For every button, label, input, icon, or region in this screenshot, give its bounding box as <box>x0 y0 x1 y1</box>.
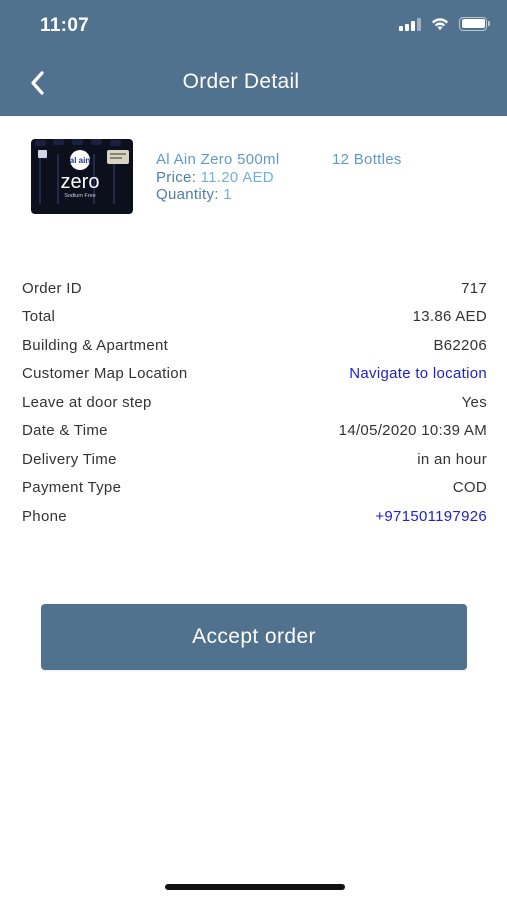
product-card: al ain zero Sodium Free Al Ain Zero 500m… <box>29 136 489 216</box>
detail-row-building: Building & Apartment B62206 <box>22 331 487 360</box>
detail-row-total: Total 13.86 AED <box>22 303 487 332</box>
delivery-time-value: in an hour <box>417 450 487 468</box>
total-value: 13.86 AED <box>412 308 487 326</box>
price-label: Price: <box>156 169 201 186</box>
detail-row-map-location: Customer Map Location Navigate to locati… <box>22 360 487 389</box>
door-step-label: Leave at door step <box>22 393 152 411</box>
product-logo-subtext: Sodium Free <box>64 193 96 199</box>
product-name: Al Ain Zero 500ml <box>156 151 280 168</box>
home-indicator <box>165 884 345 890</box>
status-icons <box>399 16 490 31</box>
total-label: Total <box>22 308 56 326</box>
product-price: Price: 11.20 AED <box>156 169 274 186</box>
battery-icon <box>459 16 490 31</box>
order-id-label: Order ID <box>22 279 82 297</box>
product-image: al ain zero Sodium Free <box>29 136 135 216</box>
product-count: 12 Bottles <box>332 151 402 168</box>
quantity-label: Quantity: <box>156 186 224 203</box>
order-detail-screen: 11:07 Order Detail al ain zero Sodium Fr… <box>0 0 507 900</box>
phone-link[interactable]: +971501197926 <box>375 508 487 525</box>
detail-row-phone: Phone +971501197926 <box>22 502 487 531</box>
detail-row-date-time: Date & Time 14/05/2020 10:39 AM <box>22 417 487 446</box>
navigate-to-location-link[interactable]: Navigate to location <box>349 365 487 382</box>
phone-label: Phone <box>22 507 67 525</box>
product-brand-text: al ain <box>70 156 91 165</box>
detail-row-order-id: Order ID 717 <box>22 274 487 303</box>
page-title: Order Detail <box>182 70 300 93</box>
order-id-value: 717 <box>461 279 487 297</box>
signal-icon <box>399 17 421 31</box>
door-step-value: Yes <box>461 393 487 411</box>
status-time: 11:07 <box>40 15 90 36</box>
order-details-list: Order ID 717 Total 13.86 AED Building & … <box>22 274 487 531</box>
header: 11:07 Order Detail <box>0 0 507 116</box>
detail-row-door-step: Leave at door step Yes <box>22 388 487 417</box>
payment-type-label: Payment Type <box>22 479 122 497</box>
product-quantity: Quantity: 1 <box>156 186 232 203</box>
wifi-icon <box>432 18 448 31</box>
date-time-label: Date & Time <box>22 422 108 440</box>
building-value: B62206 <box>433 336 487 354</box>
product-logo-text: zero <box>61 171 100 193</box>
payment-type-value: COD <box>452 479 487 497</box>
delivery-time-label: Delivery Time <box>22 450 117 468</box>
quantity-value: 1 <box>223 186 232 203</box>
detail-row-delivery-time: Delivery Time in an hour <box>22 445 487 474</box>
date-time-value: 14/05/2020 10:39 AM <box>338 422 487 440</box>
detail-row-payment-type: Payment Type COD <box>22 474 487 503</box>
building-label: Building & Apartment <box>22 336 169 354</box>
price-value: 11.20 AED <box>200 169 274 186</box>
map-location-label: Customer Map Location <box>22 365 188 383</box>
accept-order-button[interactable]: Accept order <box>41 604 467 670</box>
